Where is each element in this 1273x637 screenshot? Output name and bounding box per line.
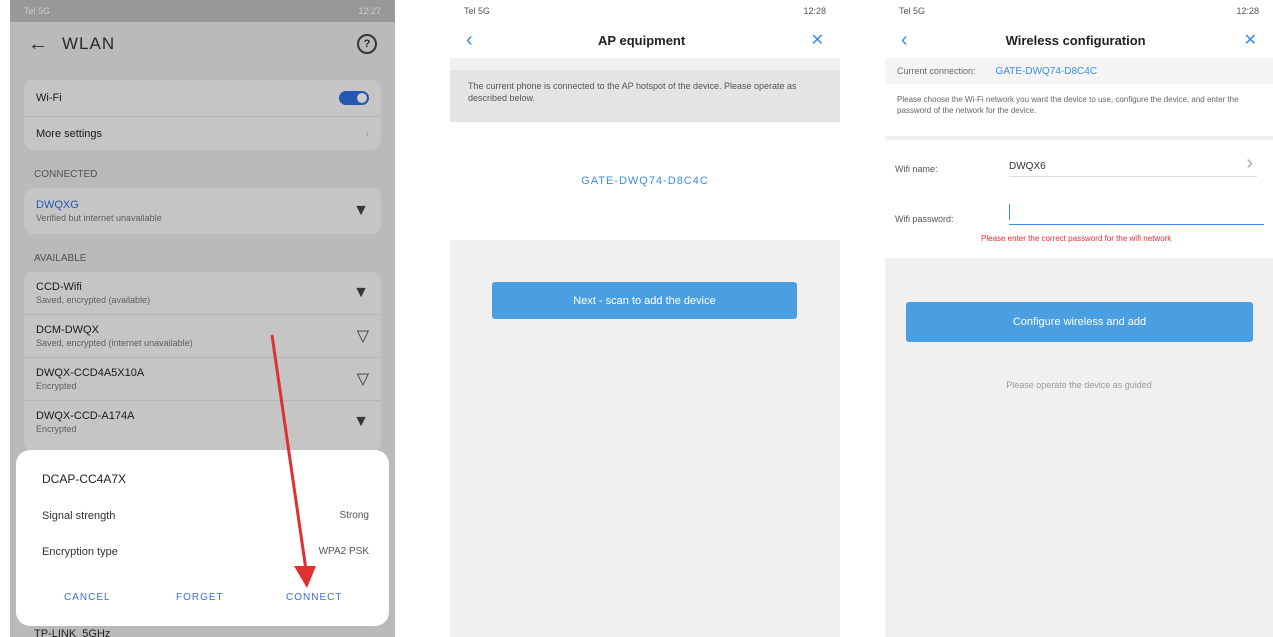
configure-add-button[interactable]: Configure wireless and add (906, 302, 1253, 342)
wifi-password-input[interactable] (1009, 202, 1264, 225)
text-cursor (1009, 204, 1010, 220)
status-left: Tel 5G (464, 6, 491, 16)
info-text: The current phone is connected to the AP… (468, 81, 797, 103)
chevron-right-icon: › (1246, 152, 1253, 174)
page-title: Wireless configuration (1005, 32, 1146, 48)
wireless-configuration-screen: Tel 5G 12:28 ‹ Wireless configuration ✕ … (885, 0, 1273, 637)
password-error: Please enter the correct password for th… (981, 234, 1172, 243)
navigation-bar: ‹ AP equipment ✕ (450, 22, 840, 58)
page-title: AP equipment (598, 32, 686, 48)
annotation-arrow (270, 334, 316, 588)
ap-equipment-screen: Tel 5G 12:28 ‹ AP equipment ✕ The curren… (450, 0, 840, 637)
status-bar: Tel 5G 12:28 (450, 0, 840, 22)
status-left: Tel 5G (899, 6, 926, 16)
ssid-area: GATE-DWQ74-D8C4C (450, 122, 840, 240)
info-text: Please choose the Wi-Fi network you want… (897, 95, 1239, 115)
status-bar: Tel 5G 12:28 (885, 0, 1273, 22)
current-connection: Current connection: GATE-DWQ74-D8C4C (885, 58, 1273, 84)
info-box: The current phone is connected to the AP… (450, 70, 840, 122)
wifi-form: Wifi name: DWQX6 › Wifi password: Please… (885, 140, 1273, 258)
back-chevron-icon[interactable]: ‹ (466, 29, 473, 52)
close-icon[interactable]: ✕ (1244, 30, 1257, 50)
operation-hint: Please operate the device as guided (1006, 380, 1152, 390)
info-box: Please choose the Wi-Fi network you want… (885, 84, 1273, 136)
back-chevron-icon[interactable]: ‹ (901, 29, 908, 52)
navigation-bar: ‹ Wireless configuration ✕ (885, 22, 1273, 58)
wifi-name-value: DWQX6 (1009, 161, 1046, 172)
current-connection-label: Current connection: (897, 66, 976, 76)
status-right: 12:28 (803, 6, 826, 16)
wifi-password-label: Wifi password: (895, 214, 954, 224)
device-ssid: GATE-DWQ74-D8C4C (581, 175, 709, 187)
wifi-name-field[interactable]: DWQX6 › (1009, 152, 1257, 177)
status-right: 12:28 (1236, 6, 1259, 16)
close-icon[interactable]: ✕ (811, 30, 824, 50)
wlan-settings-screen: Tel 5G 12:27 ← WLAN ? Wi-Fi More setting… (10, 0, 395, 637)
current-connection-value: GATE-DWQ74-D8C4C (995, 65, 1098, 77)
next-button[interactable]: Next - scan to add the device (492, 282, 797, 319)
wifi-name-label: Wifi name: (895, 164, 938, 174)
